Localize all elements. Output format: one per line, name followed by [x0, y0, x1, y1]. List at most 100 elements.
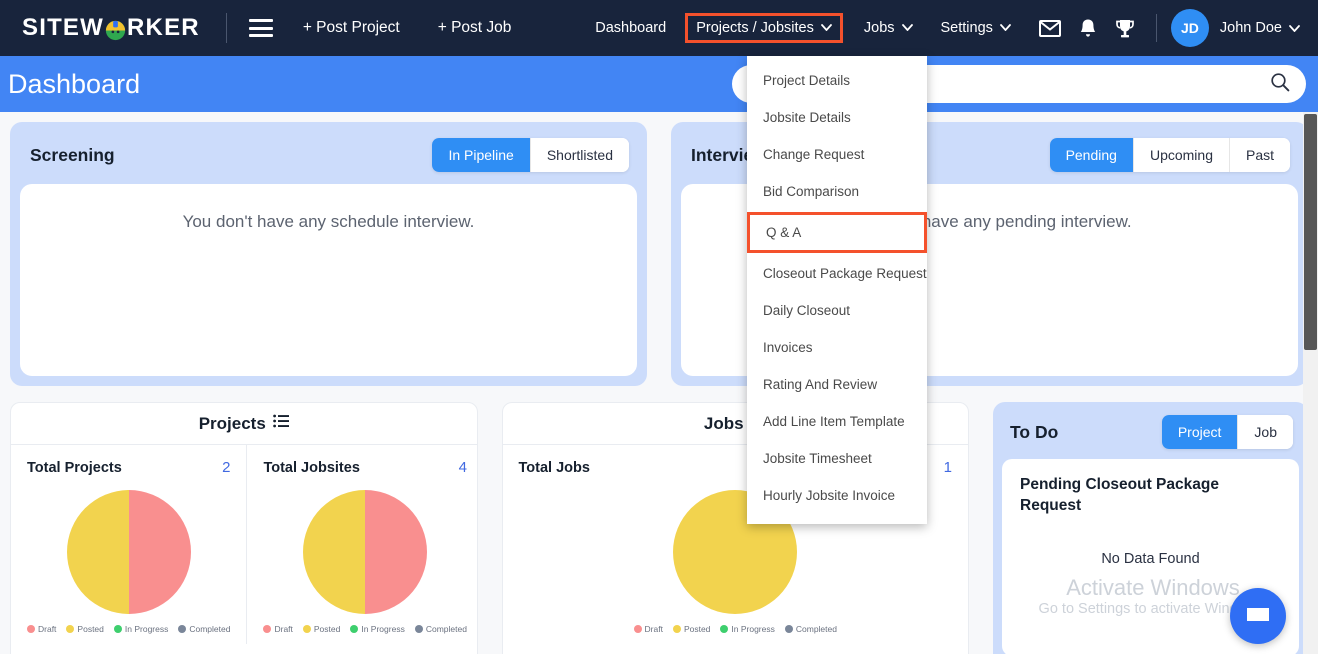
bell-icon[interactable]: [1079, 18, 1097, 39]
chevron-down-icon: [1289, 20, 1300, 36]
mail-icon[interactable]: [1038, 19, 1061, 37]
total-jobsites-label: Total Jobsites: [263, 460, 360, 476]
total-projects-pie-chart: [66, 490, 191, 614]
chevron-down-icon: [1000, 23, 1011, 34]
bottom-cards-row: Projects Total Projects 2 Draft Posted I…: [10, 402, 1308, 654]
user-name-label: John Doe: [1219, 20, 1282, 36]
screening-panel-header: Screening In Pipeline Shortlisted: [20, 132, 637, 184]
legend-label: Draft: [38, 624, 57, 634]
legend-label: Draft: [274, 624, 293, 634]
projects-card-header: Projects: [11, 403, 477, 445]
projects-card-body: Total Projects 2 Draft Posted In Progress C…: [11, 445, 477, 644]
hamburger-icon[interactable]: [248, 19, 273, 37]
dropdown-item-bid-comparison[interactable]: Bid Comparison: [747, 173, 927, 210]
total-jobs-label: Total Jobs: [518, 460, 590, 476]
hardhat-logo-icon: [105, 20, 126, 41]
pie-legend: Draft Posted In Progress Completed: [27, 624, 230, 634]
nav-item-jobs-label: Jobs: [863, 20, 895, 36]
dropdown-item-invoices[interactable]: Invoices: [747, 329, 927, 366]
tab-pending[interactable]: Pending: [1049, 138, 1134, 172]
total-projects-stat: Total Projects 2 Draft Posted In Progress C…: [11, 445, 246, 644]
dropdown-item-add-line-item-template[interactable]: Add Line Item Template: [747, 403, 927, 440]
pie-legend: Draft Posted In Progress Completed: [519, 624, 953, 634]
dropdown-item-jobsite-timesheet[interactable]: Jobsite Timesheet: [747, 440, 927, 477]
legend-color-swatch: [414, 625, 423, 633]
pie-legend: Draft Posted In Progress Completed: [263, 624, 467, 634]
interview-tab-group: Pending Upcoming Past: [1049, 138, 1290, 172]
total-jobsites-pie-chart: [303, 490, 428, 614]
dropdown-item-rating-and-review[interactable]: Rating And Review: [747, 366, 927, 403]
legend-label: Posted: [313, 624, 341, 634]
legend-item: Draft: [633, 624, 663, 634]
nav-item-dashboard[interactable]: Dashboard: [586, 14, 675, 42]
legend-label: In Progress: [361, 624, 405, 634]
nav-item-jobs[interactable]: Jobs: [855, 14, 922, 42]
jobs-card-title: Jobs: [703, 413, 744, 433]
dropdown-item-hourly-jobsite-invoice[interactable]: Hourly Jobsite Invoice: [747, 477, 927, 514]
nav-item-projects-jobsites[interactable]: Projects / Jobsites: [685, 13, 843, 43]
dropdown-item-closeout-package-request[interactable]: Closeout Package Request: [747, 255, 927, 292]
chevron-down-icon: [820, 23, 832, 34]
dropdown-item-daily-closeout[interactable]: Daily Closeout: [747, 292, 927, 329]
legend-item: Posted: [672, 624, 711, 634]
dropdown-item-change-request[interactable]: Change Request: [747, 136, 927, 173]
projects-jobsites-dropdown-menu: Project Details Jobsite Details Change Req…: [747, 56, 927, 524]
projects-card-title: Projects: [198, 413, 266, 433]
screening-empty-message: You don't have any schedule interview.: [182, 212, 475, 231]
nav-item-settings[interactable]: Settings: [932, 14, 1020, 42]
nav-item-settings-label: Settings: [940, 20, 993, 36]
tab-in-pipeline[interactable]: In Pipeline: [432, 138, 531, 172]
todo-panel-header: To Do Project Job: [1002, 411, 1299, 459]
tab-past[interactable]: Past: [1229, 138, 1290, 172]
legend-item: Completed: [784, 624, 837, 634]
todo-tab-group: Project Job: [1161, 415, 1293, 449]
legend-item: Completed: [414, 624, 467, 634]
legend-color-swatch: [27, 625, 35, 633]
legend-item: Completed: [178, 624, 230, 634]
vertical-scrollbar-thumb[interactable]: [1304, 114, 1317, 350]
logo-text-right: RKER: [127, 14, 200, 41]
nav-divider: [1155, 14, 1157, 42]
chat-bubble-icon[interactable]: [1230, 588, 1286, 644]
tab-shortlisted[interactable]: Shortlisted: [530, 138, 629, 172]
total-projects-value[interactable]: 2: [222, 459, 230, 476]
dropdown-item-q-a[interactable]: Q & A: [747, 212, 927, 253]
nav-item-projects-jobsites-label: Projects / Jobsites: [696, 20, 814, 36]
legend-label: In Progress: [731, 624, 775, 634]
tab-job[interactable]: Job: [1238, 415, 1293, 449]
legend-item: Draft: [263, 624, 293, 634]
top-nav-right-group: Dashboard Projects / Jobsites Jobs Setti…: [586, 9, 1300, 47]
legend-label: Posted: [77, 624, 104, 634]
legend-item: In Progress: [113, 624, 169, 634]
total-jobs-value[interactable]: 1: [944, 459, 952, 476]
nav-divider: [225, 13, 227, 43]
legend-color-swatch: [784, 625, 793, 633]
search-icon[interactable]: [1270, 72, 1290, 97]
avatar[interactable]: JD: [1170, 9, 1209, 47]
legend-label: Posted: [683, 624, 711, 634]
user-menu[interactable]: John Doe: [1220, 20, 1300, 36]
tab-upcoming[interactable]: Upcoming: [1133, 138, 1230, 172]
legend-color-swatch: [113, 625, 122, 633]
app-logo[interactable]: SITEW RKER: [22, 14, 200, 42]
legend-item: Posted: [302, 624, 341, 634]
total-jobsites-stat: Total Jobsites 4 Draft Posted In Progress C…: [246, 445, 476, 644]
post-job-link[interactable]: + Post Job: [438, 19, 512, 37]
legend-item: In Progress: [720, 624, 775, 634]
tab-project[interactable]: Project: [1161, 415, 1239, 449]
trophy-icon[interactable]: [1115, 18, 1135, 39]
legend-label: In Progress: [124, 624, 169, 634]
legend-item: Posted: [66, 624, 104, 634]
screening-panel-body: You don't have any schedule interview.: [20, 184, 637, 376]
total-jobsites-value[interactable]: 4: [459, 459, 467, 476]
dropdown-item-jobsite-details[interactable]: Jobsite Details: [747, 99, 927, 136]
dropdown-item-project-details[interactable]: Project Details: [747, 62, 927, 99]
post-project-link[interactable]: + Post Project: [303, 19, 400, 37]
top-panels-row: Screening In Pipeline Shortlisted You do…: [10, 122, 1308, 386]
todo-no-data-message: No Data Found: [1101, 550, 1200, 567]
dashboard-content: Screening In Pipeline Shortlisted You do…: [0, 112, 1318, 654]
todo-title: To Do: [1010, 421, 1059, 442]
legend-label: Completed: [795, 624, 837, 634]
legend-color-swatch: [672, 625, 681, 633]
legend-item: Draft: [27, 624, 56, 634]
